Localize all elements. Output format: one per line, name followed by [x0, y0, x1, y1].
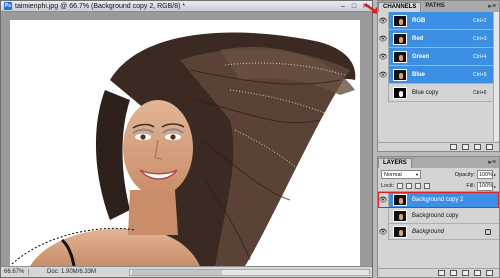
channel-thumbnail: [393, 32, 407, 45]
tab-paths[interactable]: PATHS: [421, 2, 448, 12]
minimize-icon[interactable]: –: [339, 2, 347, 10]
zoom-level[interactable]: 66.67%: [1, 269, 29, 275]
lock-row: Lock: Fill: 100% ▸: [378, 181, 499, 192]
link-layers-icon[interactable]: [438, 270, 445, 276]
panel-menu-icon[interactable]: ▸≡: [488, 158, 496, 166]
layers-panel-footer: [378, 268, 499, 277]
layer-name: Background copy: [412, 212, 459, 219]
channel-name: Blue copy: [412, 89, 439, 96]
channel-thumbnail: [393, 14, 407, 27]
blend-mode-value: Normal: [384, 171, 402, 178]
eye-icon[interactable]: 👁: [378, 191, 389, 208]
horizontal-scrollbar[interactable]: [129, 268, 370, 276]
lock-icon: [485, 228, 491, 235]
layers-panel: LAYERS ▸≡ Normal ▼ Opacity: 100% ▸ Lock:…: [377, 156, 500, 278]
document-window: Ps taimienphi.jpg @ 66.7% (Background co…: [0, 0, 373, 278]
layer-row-background-copy-2[interactable]: 👁 Background copy 2: [378, 191, 499, 208]
layers-tab-row: LAYERS ▸≡: [378, 157, 499, 168]
lock-transparent-icon[interactable]: [397, 183, 404, 189]
chevron-down-icon: ▼: [415, 172, 419, 177]
channel-row-green[interactable]: 👁 Green Ctrl+4: [378, 47, 499, 66]
document-titlebar[interactable]: Ps taimienphi.jpg @ 66.7% (Background co…: [1, 1, 372, 12]
channel-name: Red: [412, 35, 424, 42]
lock-image-icon[interactable]: [406, 183, 413, 189]
layer-style-icon[interactable]: [450, 270, 457, 276]
layer-thumbnail: [393, 225, 407, 238]
eye-icon[interactable]: 👁: [378, 11, 389, 30]
eye-icon[interactable]: 👁: [378, 65, 389, 84]
channels-scrollbar[interactable]: [493, 12, 499, 141]
portrait-photo: [11, 32, 356, 266]
eye-icon[interactable]: 👁: [378, 29, 389, 48]
eye-icon[interactable]: 👁: [378, 47, 389, 66]
fill-slider-icon[interactable]: ▸: [494, 184, 496, 189]
lock-label: Lock:: [381, 183, 395, 189]
layer-row-background-copy[interactable]: 👁 Background copy: [378, 207, 499, 224]
channel-row-blue-copy[interactable]: 👁 Blue copy Ctrl+6: [378, 83, 499, 102]
layer-options-row: Normal ▼ Opacity: 100% ▸: [378, 168, 499, 181]
doc-size: Doc: 1.90M/6.33M: [47, 269, 97, 275]
scroll-thumb[interactable]: [132, 269, 222, 275]
channel-row-rgb[interactable]: 👁 RGB Ctrl+2: [378, 11, 499, 30]
add-mask-icon[interactable]: [462, 270, 469, 276]
channel-name: RGB: [412, 17, 426, 24]
opacity-slider-icon[interactable]: ▸: [494, 172, 496, 177]
canvas-area[interactable]: [1, 13, 372, 267]
lock-all-icon[interactable]: [424, 183, 431, 189]
channel-thumbnail: [393, 50, 407, 63]
fill-label: Fill:: [466, 183, 475, 189]
photoshop-app-icon: Ps: [4, 2, 12, 10]
save-selection-icon[interactable]: [462, 144, 469, 150]
new-channel-icon[interactable]: [474, 144, 481, 150]
channel-thumbnail: [393, 86, 407, 99]
layer-name: Background: [412, 228, 445, 235]
tab-channels[interactable]: CHANNELS: [378, 2, 422, 12]
new-layer-icon[interactable]: [474, 270, 481, 276]
fill-field[interactable]: 100%: [476, 181, 493, 191]
eye-icon[interactable]: 👁: [378, 207, 389, 224]
channel-row-red[interactable]: 👁 Red Ctrl+3: [378, 29, 499, 48]
delete-channel-icon[interactable]: [486, 144, 493, 150]
maximize-icon[interactable]: □: [350, 2, 358, 10]
layer-name: Background copy 2: [412, 196, 464, 203]
layer-thumbnail: [393, 209, 407, 222]
panel-menu-icon[interactable]: ▸≡: [488, 2, 496, 10]
status-bar: 66.67% Doc: 1.90M/6.33M: [1, 266, 372, 277]
eye-icon[interactable]: 👁: [378, 83, 389, 102]
load-selection-icon[interactable]: [450, 144, 457, 150]
opacity-label: Opacity:: [454, 171, 475, 178]
blend-mode-select[interactable]: Normal ▼: [381, 170, 421, 179]
channel-thumbnail: [393, 68, 407, 81]
channels-tab-row: CHANNELS PATHS ▸≡: [378, 1, 499, 12]
channels-panel-footer: [378, 142, 499, 151]
document-title: taimienphi.jpg @ 66.7% (Background copy …: [15, 2, 186, 10]
eye-icon[interactable]: 👁: [378, 223, 389, 240]
lock-position-icon[interactable]: [415, 183, 422, 189]
opacity-field[interactable]: 100%: [476, 170, 493, 179]
channel-name: Blue: [412, 71, 426, 78]
tab-layers[interactable]: LAYERS: [378, 158, 412, 168]
channels-panel: CHANNELS PATHS ▸≡ 👁 RGB Ctrl+2 👁 Red Ctr…: [377, 0, 500, 152]
delete-layer-icon[interactable]: [486, 270, 493, 276]
layer-thumbnail: [393, 193, 407, 206]
image-canvas[interactable]: [10, 20, 360, 266]
channel-row-blue[interactable]: 👁 Blue Ctrl+5: [378, 65, 499, 84]
channel-name: Green: [412, 53, 430, 60]
photoshop-workspace: Ps taimienphi.jpg @ 66.7% (Background co…: [0, 0, 500, 278]
layer-row-background[interactable]: 👁 Background: [378, 223, 499, 240]
